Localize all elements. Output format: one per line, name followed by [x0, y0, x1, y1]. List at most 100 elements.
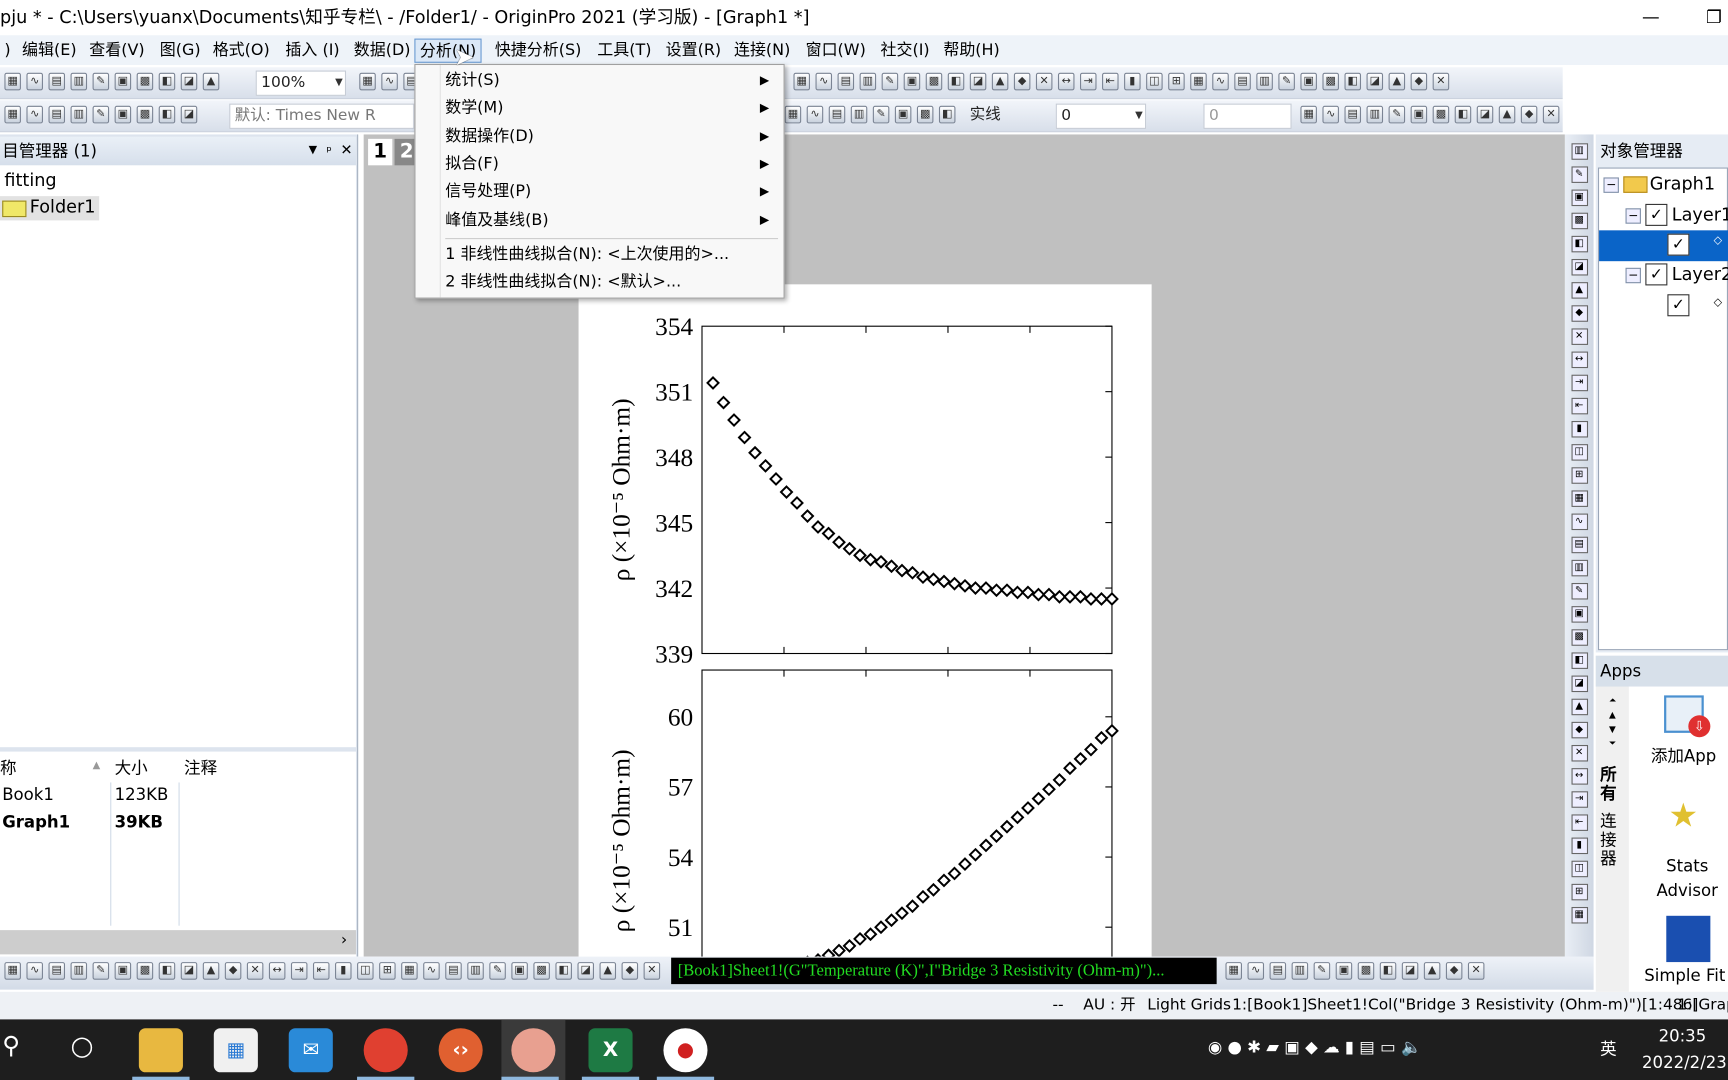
- toolbar-button-icon[interactable]: ▩: [925, 72, 943, 91]
- toolbar-button-icon[interactable]: ▲: [599, 962, 617, 980]
- toolbar-button-icon[interactable]: ✕: [643, 962, 661, 980]
- tab-connectors[interactable]: 连接器: [1600, 812, 1624, 868]
- toolbar-button-icon[interactable]: ▦: [4, 72, 21, 91]
- vertical-tool-icon[interactable]: ▲: [1570, 282, 1588, 299]
- ime-indicator[interactable]: 英: [1600, 1037, 1617, 1060]
- toolbar-button-icon[interactable]: ◧: [158, 105, 176, 124]
- menu-item[interactable]: 帮助(H): [939, 39, 1004, 63]
- toolbar-button-icon[interactable]: ▥: [850, 105, 868, 124]
- recent-fit-item[interactable]: 2 非线性曲线拟合(N): <默认>...: [445, 269, 681, 295]
- vertical-tool-icon[interactable]: ◫: [1570, 860, 1588, 878]
- toolbar-button-icon[interactable]: ◧: [555, 962, 572, 980]
- vertical-tool-icon[interactable]: ✎: [1570, 166, 1588, 183]
- toolbar-button-icon[interactable]: ▥: [70, 105, 88, 124]
- toolbar-button-icon[interactable]: ▲: [991, 72, 1009, 91]
- vertical-tool-icon[interactable]: ⇥: [1570, 791, 1588, 808]
- vertical-tool-icon[interactable]: ▤: [1570, 536, 1588, 554]
- menu-item[interactable]: 查看(V): [85, 39, 149, 63]
- toolbar-button-icon[interactable]: ▤: [1344, 105, 1362, 124]
- toolbar-button-icon[interactable]: ▮: [335, 962, 352, 980]
- recent-fit-item[interactable]: 1 非线性曲线拟合(N): <上次使用的>...: [445, 241, 729, 267]
- toolbar-button-icon[interactable]: ◪: [1476, 105, 1494, 124]
- simple-fit-icon[interactable]: [1666, 915, 1711, 963]
- toolbar-button-icon[interactable]: ▣: [1300, 72, 1317, 91]
- menu-item[interactable]: 连接(N): [730, 39, 795, 63]
- toolbar-button-icon[interactable]: ∿: [26, 72, 43, 91]
- tree-item-fitting[interactable]: fitting: [4, 170, 56, 191]
- toolbar-button-icon[interactable]: ▣: [1335, 962, 1353, 980]
- toolbar-button-icon[interactable]: ◧: [947, 72, 965, 91]
- toolbar-button-icon[interactable]: ▦: [4, 962, 21, 980]
- vertical-tool-icon[interactable]: ◆: [1570, 721, 1588, 739]
- menu-item[interactable]: 数学(M) ▶: [445, 95, 776, 121]
- toolbar-button-icon[interactable]: ▤: [48, 72, 66, 91]
- collapse-icon[interactable]: −: [1625, 208, 1641, 224]
- toolbar-button-icon[interactable]: ◧: [1379, 962, 1397, 980]
- toolbar-button-icon[interactable]: ◧: [158, 962, 176, 980]
- toolbar-button-icon[interactable]: ∿: [1212, 72, 1229, 91]
- toolbar-button-icon[interactable]: ▤: [837, 72, 855, 91]
- scroll-arrows-icon[interactable]: ⏶ ▲ ▼ ⏷: [1609, 693, 1616, 750]
- toolbar-button-icon[interactable]: ◧: [938, 105, 956, 124]
- toolbar-button-icon[interactable]: ▩: [1322, 72, 1339, 91]
- toolbar-button-icon[interactable]: ✎: [92, 105, 110, 124]
- toolbar-button-icon[interactable]: ▥: [1366, 105, 1384, 124]
- tree-item-layer1[interactable]: Layer1: [1672, 204, 1728, 225]
- toolbar-button-icon[interactable]: ▩: [136, 72, 154, 91]
- toolbar-button-icon[interactable]: ∿: [1322, 105, 1339, 124]
- add-app-icon[interactable]: ⇩: [1664, 695, 1711, 738]
- toolbar-button-icon[interactable]: ◆: [224, 962, 242, 980]
- toolbar-button-icon[interactable]: ▤: [1234, 72, 1251, 91]
- excel-icon[interactable]: X: [588, 1028, 633, 1073]
- store-icon[interactable]: ▦: [213, 1028, 258, 1073]
- toolbar-button-icon[interactable]: ▤: [445, 962, 462, 980]
- toolbar-button-icon[interactable]: ◧: [1344, 72, 1362, 91]
- toolbar-button-icon[interactable]: ▩: [136, 962, 154, 980]
- vertical-tool-icon[interactable]: ◪: [1570, 258, 1588, 276]
- toolbar-button-icon[interactable]: ◫: [1146, 72, 1163, 91]
- close-icon[interactable]: ✕: [341, 137, 353, 166]
- menu-item[interactable]: 快捷分析(S): [490, 39, 585, 63]
- vertical-tool-icon[interactable]: ▲: [1570, 698, 1588, 716]
- toolbar-button-icon[interactable]: ✕: [1432, 72, 1450, 91]
- remote-desktop-icon[interactable]: ‹›: [438, 1028, 483, 1073]
- menu-item[interactable]: 编辑(E): [18, 39, 81, 63]
- menu-item[interactable]: 数据(D): [349, 39, 415, 63]
- menu-item[interactable]: 插入 (I): [281, 39, 344, 63]
- toolbar-button-icon[interactable]: ▩: [916, 105, 934, 124]
- font-combo[interactable]: 默认: Times New R: [229, 103, 415, 129]
- column-header-comment[interactable]: 注释: [184, 756, 217, 779]
- toolbar-button-icon[interactable]: ◆: [1013, 72, 1031, 91]
- file-explorer-icon[interactable]: [138, 1028, 183, 1073]
- vertical-tool-icon[interactable]: ↔: [1570, 768, 1588, 785]
- toolbar-button-icon[interactable]: ▦: [401, 962, 418, 980]
- menu-item[interactable]: 统计(S) ▶: [445, 67, 776, 93]
- toolbar-button-icon[interactable]: ▣: [114, 72, 132, 91]
- toolbar-button-icon[interactable]: ⇤: [312, 962, 330, 980]
- toolbar-button-icon[interactable]: ▤: [48, 962, 66, 980]
- toolbar-button-icon[interactable]: ∿: [806, 105, 824, 124]
- vertical-tool-icon[interactable]: ◧: [1570, 652, 1588, 669]
- toolbar-button-icon[interactable]: ◫: [357, 962, 374, 980]
- toolbar-button-icon[interactable]: ⇥: [1079, 72, 1097, 91]
- toolbar-button-icon[interactable]: ▤: [828, 105, 846, 124]
- origin-icon[interactable]: [511, 1028, 556, 1073]
- toolbar-button-icon[interactable]: ◪: [969, 72, 987, 91]
- vertical-tool-icon[interactable]: ⇤: [1570, 397, 1588, 415]
- toolbar-button-icon[interactable]: ✎: [489, 962, 506, 980]
- toolbar-button-icon[interactable]: ∿: [423, 962, 440, 980]
- menu-item[interactable]: 社交(I): [876, 39, 934, 63]
- toolbar-button-icon[interactable]: ▥: [1291, 962, 1309, 980]
- toolbar-button-icon[interactable]: ✎: [872, 105, 890, 124]
- recorder-icon[interactable]: ●: [663, 1028, 708, 1073]
- plot2-checkbox[interactable]: ✓: [1667, 294, 1690, 317]
- toolbar-button-icon[interactable]: ⇥: [290, 962, 308, 980]
- toolbar-button-icon[interactable]: ◆: [1445, 962, 1463, 980]
- toolbar-button-icon[interactable]: ✎: [92, 962, 110, 980]
- toolbar-button-icon[interactable]: ▮: [1124, 72, 1141, 91]
- column-header-name[interactable]: 称: [0, 756, 17, 779]
- vertical-tool-icon[interactable]: ▥: [1570, 143, 1588, 160]
- vertical-tool-icon[interactable]: ⇤: [1570, 814, 1588, 831]
- toolbar-button-icon[interactable]: ✎: [1388, 105, 1406, 124]
- chrome-icon[interactable]: [363, 1028, 408, 1073]
